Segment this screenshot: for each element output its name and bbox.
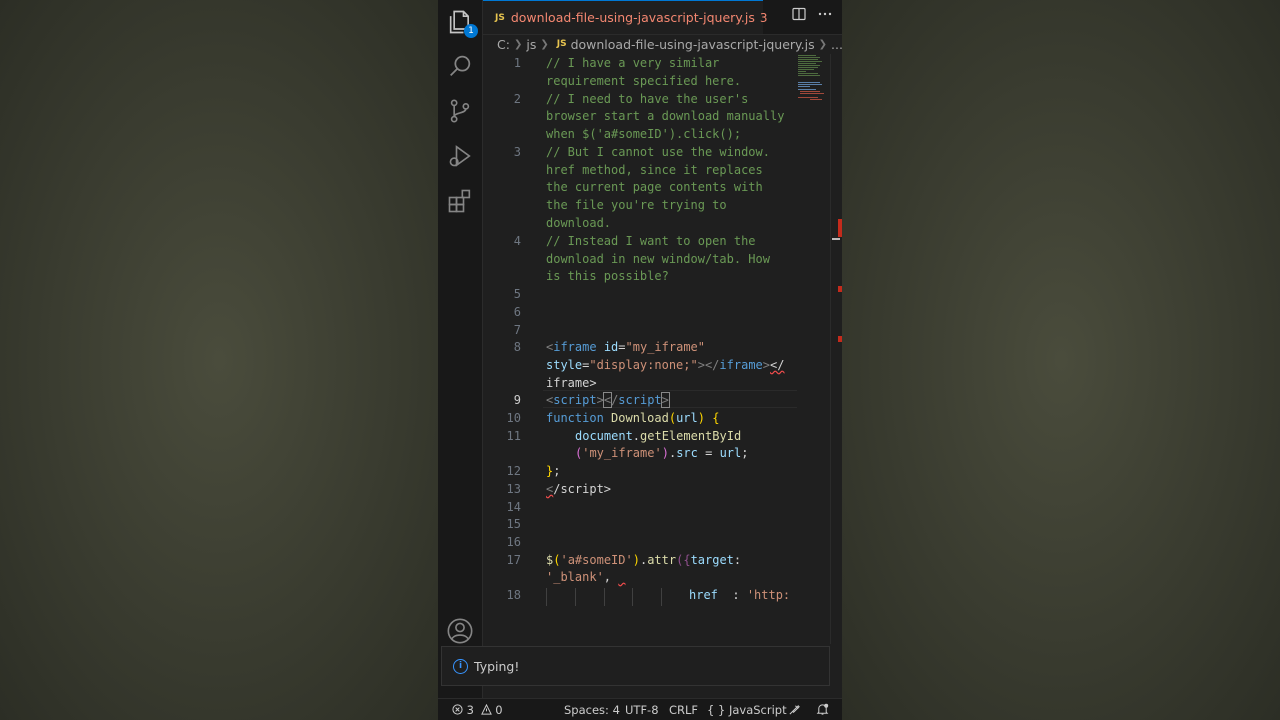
vertical-scrollbar[interactable] [830, 54, 842, 644]
warning-count: 0 [495, 703, 503, 717]
breadcrumb-file[interactable]: download-file-using-javascript-jquery.js [571, 37, 815, 52]
notifications-bell-icon[interactable] [816, 703, 829, 719]
code-comment: // I need to have the user's [546, 92, 749, 106]
tab-problems-count: 3 [759, 10, 768, 25]
js-file-icon: JS [556, 39, 567, 49]
eol-status[interactable]: CRLF [669, 703, 698, 717]
chevron-right-icon: ❯ [513, 38, 523, 50]
code-line: style="display:none;"></iframe></ [546, 358, 785, 372]
notification-toast: i Typing! [441, 646, 830, 686]
code-line: function Download(url) { [546, 411, 720, 425]
indentation-status[interactable]: Spaces: 4 [564, 703, 620, 717]
line-number: 6 [513, 305, 521, 319]
background-right [842, 0, 1280, 720]
error-count: 3 [466, 703, 474, 717]
code-comment: browser start a download manually [546, 109, 785, 123]
code-line: iframe> [546, 376, 597, 390]
code-comment: // Instead I want to open the [546, 234, 756, 248]
code-comment: // But I cannot use the window. [546, 145, 770, 159]
code-line: <iframe id="my_iframe" [546, 340, 705, 354]
code-comment: href method, since it replaces [546, 163, 763, 177]
line-number: 15 [506, 517, 521, 531]
chevron-right-icon: ❯ [540, 38, 549, 50]
code-comment: download in new window/tab. How [546, 252, 770, 266]
code-line: $('a#someID').attr({target: [546, 553, 742, 567]
braces-icon: { } [707, 703, 726, 717]
more-actions-icon[interactable] [818, 7, 832, 25]
code-line: href : 'http: [689, 588, 791, 602]
chevron-right-icon: ❯ [818, 38, 828, 50]
line-number: 7 [513, 323, 521, 337]
vscode-window: 1 JS download-file-using-javascript-jque… [438, 0, 842, 720]
language-label: JavaScript [728, 703, 787, 717]
breadcrumb-drive[interactable]: C: [497, 37, 510, 52]
error-squiggle [618, 570, 625, 584]
breadcrumb-folder[interactable]: js [526, 37, 536, 52]
code-line: }; [546, 464, 561, 478]
search-icon[interactable] [446, 52, 474, 80]
notification-text: Typing! [474, 658, 520, 674]
error-marker [838, 286, 842, 292]
code-comment: the file you're trying to [546, 198, 727, 212]
code-line: document.getElementById [575, 429, 742, 443]
code-comment: download. [546, 216, 612, 230]
cursor-marker [832, 238, 840, 240]
minimap[interactable] [796, 54, 828, 114]
explorer-badge: 1 [464, 24, 478, 38]
code-comment: // I have a very similar [546, 56, 720, 70]
extensions-icon[interactable] [446, 187, 474, 215]
code-comment: is this possible? [546, 269, 669, 283]
activity-bar: 1 [438, 0, 483, 698]
background-left [0, 0, 438, 720]
breadcrumb-more[interactable]: ... [831, 37, 842, 52]
language-status[interactable]: { } JavaScript [707, 703, 787, 717]
feedback-icon[interactable] [788, 703, 801, 719]
breadcrumb: C: ❯ js ❯ JS download-file-using-javascr… [497, 34, 842, 54]
account-icon[interactable] [446, 617, 474, 645]
split-editor-icon[interactable] [792, 7, 806, 25]
editor-tab[interactable]: JS download-file-using-javascript-jquery… [483, 0, 768, 34]
line-number: 14 [506, 500, 521, 514]
code-editor[interactable]: 1 2 3 4 5 6 7 8 9 10 11 12 13 14 15 16 1… [483, 54, 830, 644]
code-line: <script></script> [546, 392, 670, 408]
code-comment: requirement specified here. [546, 74, 742, 88]
line-number: 16 [506, 535, 521, 549]
code-line: ('my_iframe').src = url; [575, 446, 749, 460]
error-squiggle: </ [770, 358, 785, 372]
status-bar: 3 0 Spaces: 4 UTF-8 CRLF { } JavaScript [438, 698, 842, 720]
code-line: </script> [546, 482, 612, 496]
source-control-icon[interactable] [446, 97, 474, 125]
warning-icon [480, 703, 492, 715]
encoding-status[interactable]: UTF-8 [625, 703, 659, 717]
js-file-icon: JS [495, 12, 505, 23]
tab-bar: JS download-file-using-javascript-jquery… [483, 0, 842, 35]
run-debug-icon[interactable] [446, 142, 474, 170]
problems-status[interactable]: 3 0 [452, 703, 503, 717]
info-icon: i [453, 658, 468, 674]
code-line: '_blank', [546, 568, 626, 586]
editor-actions [792, 7, 832, 25]
code-comment: when $('a#someID').click(); [546, 127, 742, 141]
error-marker [838, 336, 842, 342]
explorer-icon[interactable]: 1 [446, 8, 478, 38]
code-comment: the current page contents with [546, 180, 763, 194]
tab-title: download-file-using-javascript-jquery.js [510, 10, 755, 25]
error-icon [452, 704, 463, 715]
error-marker [838, 219, 842, 237]
line-number: 5 [513, 287, 521, 301]
